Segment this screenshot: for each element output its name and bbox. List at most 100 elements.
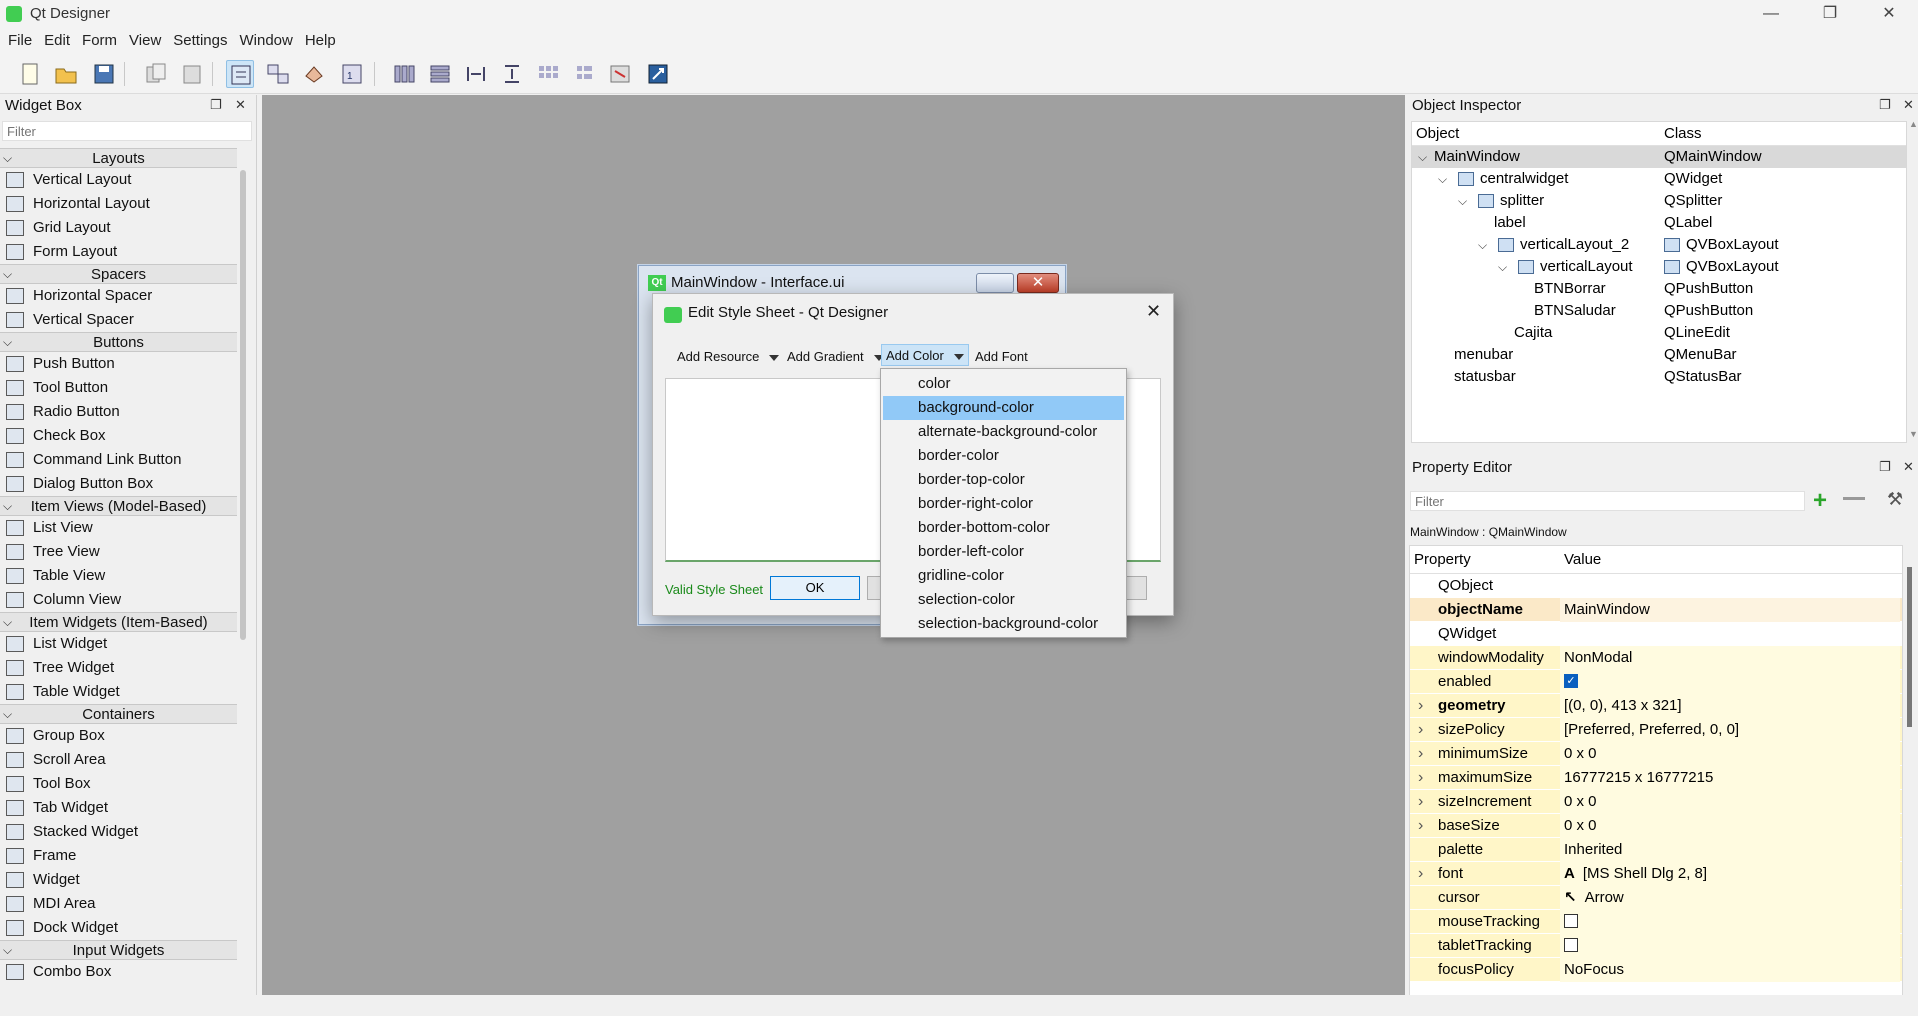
scroll-down-icon[interactable]: ▼	[1909, 429, 1918, 439]
object-tree-row[interactable]: ⌵ verticalLayout_2 QVBoxLayout	[1412, 234, 1906, 256]
widget-category[interactable]: ⌵ Item Views (Model-Based)	[0, 496, 237, 516]
ok-button[interactable]: OK	[770, 576, 860, 600]
color-menu-item[interactable]: selection-background-color	[883, 612, 1124, 636]
widget-item[interactable]: Tool Box	[0, 772, 237, 796]
chevron-down-icon[interactable]: ⌵	[3, 265, 12, 284]
widget-item[interactable]: Table View	[0, 564, 237, 588]
float-panel-icon[interactable]: ❐	[210, 97, 222, 113]
chevron-right-icon[interactable]: ›	[1418, 814, 1423, 838]
property-value[interactable]: NonModal	[1560, 646, 1900, 670]
property-row[interactable]: mouseTracking	[1410, 910, 1902, 934]
edit-signals-slots-icon[interactable]	[264, 60, 292, 88]
property-row[interactable]: › maximumSize 16777215 x 16777215	[1410, 766, 1902, 790]
property-group[interactable]: ⌵ QObject	[1410, 574, 1902, 598]
object-tree-row[interactable]: ⌵ splitter QSplitter	[1412, 190, 1906, 212]
widget-item[interactable]: Combo Box	[0, 960, 237, 984]
close-panel-icon[interactable]: ✕	[1903, 97, 1914, 113]
lay-out-grid-icon[interactable]	[534, 60, 562, 88]
chevron-down-icon[interactable]: ⌵	[3, 333, 12, 352]
form-close-button[interactable]: ✕	[1017, 273, 1059, 293]
object-column-header[interactable]: Object	[1416, 125, 1459, 142]
property-row[interactable]: focusPolicy NoFocus	[1410, 958, 1902, 982]
widget-filter-input[interactable]	[2, 121, 252, 141]
float-panel-icon[interactable]: ❐	[1879, 459, 1891, 475]
widget-item[interactable]: Vertical Spacer	[0, 308, 237, 332]
property-row[interactable]: › minimumSize 0 x 0	[1410, 742, 1902, 766]
property-value[interactable]: Inherited	[1560, 838, 1900, 862]
lay-out-vertical-splitter-icon[interactable]	[498, 60, 526, 88]
object-tree-row[interactable]: statusbar QStatusBar	[1412, 366, 1906, 388]
class-column-header[interactable]: Class	[1664, 125, 1702, 142]
menu-edit[interactable]: Edit	[44, 28, 70, 49]
color-menu-item[interactable]: border-bottom-color	[883, 516, 1124, 540]
object-inspector-scrollbar[interactable]: ▲ ▼	[1908, 119, 1918, 443]
widget-item[interactable]: Group Box	[0, 724, 237, 748]
restore-button[interactable]: ❐	[1801, 0, 1859, 28]
chevron-right-icon[interactable]: ›	[1418, 694, 1423, 718]
chevron-down-icon[interactable]: ⌵	[1418, 622, 1427, 646]
property-row[interactable]: cursor ↖ Arrow	[1410, 886, 1902, 910]
property-value[interactable]: ↖ Arrow	[1560, 886, 1900, 910]
property-row[interactable]: palette Inherited	[1410, 838, 1902, 862]
edit-widgets-icon[interactable]	[226, 60, 254, 88]
property-row[interactable]: › sizePolicy [Preferred, Preferred, 0, 0]	[1410, 718, 1902, 742]
widget-item[interactable]: Scroll Area	[0, 748, 237, 772]
property-row[interactable]: › geometry [(0, 0), 413 x 321]	[1410, 694, 1902, 718]
property-value[interactable]: [Preferred, Preferred, 0, 0]	[1560, 718, 1900, 742]
object-tree-row[interactable]: BTNSaludar QPushButton	[1412, 300, 1906, 322]
lay-out-horizontal-splitter-icon[interactable]	[462, 60, 490, 88]
widget-item[interactable]: List View	[0, 516, 237, 540]
color-menu-item[interactable]: gridline-color	[883, 564, 1124, 588]
chevron-down-icon[interactable]: ⌵	[1478, 234, 1487, 256]
color-menu-item[interactable]: border-right-color	[883, 492, 1124, 516]
widget-category[interactable]: ⌵ Item Widgets (Item-Based)	[0, 612, 237, 632]
property-editor-scrollbar[interactable]	[1907, 567, 1912, 727]
widget-item[interactable]: Vertical Layout	[0, 168, 237, 192]
menu-file[interactable]: File	[8, 28, 32, 49]
widget-item[interactable]: Tree View	[0, 540, 237, 564]
property-group[interactable]: ⌵ QWidget	[1410, 622, 1902, 646]
property-value[interactable]	[1560, 934, 1900, 958]
copy-icon[interactable]	[142, 60, 170, 88]
widget-item[interactable]: Widget	[0, 868, 237, 892]
color-menu-item[interactable]: border-color	[883, 444, 1124, 468]
property-row[interactable]: enabled ✓	[1410, 670, 1902, 694]
property-value[interactable]: A [MS Shell Dlg 2, 8]	[1560, 862, 1900, 886]
widget-category[interactable]: ⌵ Spacers	[0, 264, 237, 284]
widget-item[interactable]: Dialog Button Box	[0, 472, 237, 496]
add-font-button[interactable]: Add Font	[971, 346, 1032, 368]
chevron-down-icon[interactable]: ⌵	[3, 497, 12, 516]
property-value[interactable]: MainWindow	[1560, 598, 1900, 622]
widget-category[interactable]: ⌵ Input Widgets	[0, 940, 237, 960]
object-tree-row[interactable]: menubar QMenuBar	[1412, 344, 1906, 366]
chevron-down-icon[interactable]: ⌵	[3, 705, 12, 724]
widget-category[interactable]: ⌵ Buttons	[0, 332, 237, 352]
menu-view[interactable]: View	[129, 28, 161, 49]
chevron-down-icon[interactable]: ⌵	[1418, 574, 1427, 598]
add-dynamic-property-icon[interactable]: +	[1813, 487, 1827, 515]
add-color-button[interactable]: Add Color	[881, 344, 969, 366]
chevron-down-icon[interactable]: ⌵	[3, 941, 12, 960]
dialog-close-icon[interactable]: ✕	[1146, 301, 1161, 322]
object-tree-row[interactable]: ⌵ centralwidget QWidget	[1412, 168, 1906, 190]
widget-item[interactable]: Stacked Widget	[0, 820, 237, 844]
chevron-down-icon[interactable]: ⌵	[1438, 168, 1447, 190]
widget-item[interactable]: Tab Widget	[0, 796, 237, 820]
color-menu-item[interactable]: background-color	[883, 396, 1124, 420]
object-tree-row[interactable]: BTNBorrar QPushButton	[1412, 278, 1906, 300]
edit-buddies-icon[interactable]	[300, 60, 328, 88]
property-filter-input[interactable]	[1410, 491, 1805, 511]
float-panel-icon[interactable]: ❐	[1879, 97, 1891, 113]
widget-item[interactable]: Command Link Button	[0, 448, 237, 472]
checkbox[interactable]	[1564, 913, 1578, 928]
widget-category[interactable]: ⌵ Containers	[0, 704, 237, 724]
value-column-header[interactable]: Value	[1564, 551, 1601, 568]
widget-item[interactable]: MDI Area	[0, 892, 237, 916]
break-layout-icon[interactable]	[606, 60, 634, 88]
object-tree-row[interactable]: ⌵ MainWindow QMainWindow	[1412, 146, 1906, 168]
object-tree-row[interactable]: label QLabel	[1412, 212, 1906, 234]
widget-item[interactable]: Tool Button	[0, 376, 237, 400]
widget-item[interactable]: Radio Button	[0, 400, 237, 424]
property-value[interactable]: 16777215 x 16777215	[1560, 766, 1900, 790]
widget-item[interactable]: Grid Layout	[0, 216, 237, 240]
